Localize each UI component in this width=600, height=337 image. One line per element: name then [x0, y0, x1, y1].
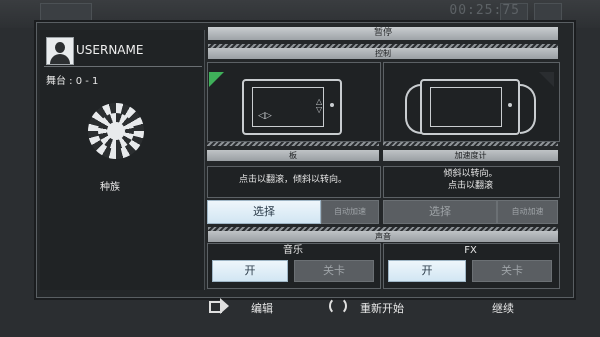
accel-hatch [383, 142, 558, 146]
board-hatch [207, 142, 379, 146]
avatar-body-icon [50, 54, 70, 64]
controls-title: 控制 [208, 48, 558, 59]
emblem-core [107, 122, 125, 140]
hud-right-box-2 [534, 3, 562, 23]
left-right-arrows-icon: ◁▷ [258, 111, 272, 121]
tilt-left-arc-icon [405, 84, 421, 134]
hud-left-box [40, 3, 92, 23]
restart-icon[interactable] [329, 297, 347, 315]
accel-desc-2: 点击以翻滚 [447, 181, 493, 191]
username-divider [44, 66, 202, 67]
accel-desc-1: 倾斜以转向。 [443, 169, 498, 179]
race-emblem-icon[interactable] [88, 103, 144, 159]
restart-button[interactable]: 重新开始 [360, 300, 404, 316]
music-label: 音乐 [283, 245, 303, 256]
edit-button[interactable]: 编辑 [251, 300, 273, 316]
avatar [46, 37, 74, 65]
accel-title: 加速度计 [383, 150, 558, 161]
music-off-button[interactable]: 关卡 [294, 260, 374, 282]
continue-button[interactable]: 继续 [492, 300, 514, 316]
tablet-board-icon: ◁▷ △ ▽ [242, 79, 342, 135]
fx-off-button[interactable]: 关卡 [472, 260, 552, 282]
board-title: 板 [207, 150, 379, 161]
accel-select-button[interactable]: 选择 [383, 200, 497, 224]
accel-auto-accel-button[interactable]: 自动加速 [497, 200, 558, 224]
board-select-button[interactable]: 选择 [207, 200, 321, 224]
home-button-icon [330, 103, 334, 107]
up-down-arrows-icon: △ ▽ [316, 97, 323, 114]
unselected-corner-icon [539, 72, 554, 87]
board-desc: 点击以翻滚，倾斜以转向。 [238, 175, 347, 185]
hud-timer: 00:25:75 [449, 3, 520, 18]
username-label: USERNAME [76, 43, 144, 57]
board-auto-accel-button[interactable]: 自动加速 [321, 200, 379, 224]
selected-corner-icon [209, 72, 224, 87]
avatar-head-icon [55, 42, 65, 53]
music-on-button[interactable]: 开 [212, 260, 288, 282]
fx-label: FX [464, 245, 477, 256]
stage-label: 舞台 : 0 - 1 [46, 76, 99, 87]
sound-title: 声音 [208, 231, 558, 242]
edit-arrow-icon[interactable] [209, 298, 229, 314]
fx-on-button[interactable]: 开 [388, 260, 466, 282]
home-button-icon [508, 103, 512, 107]
pause-title: 暂停 [208, 27, 558, 40]
profile-panel [40, 30, 205, 290]
tablet-accelerometer-icon [420, 79, 520, 135]
race-label: 种族 [100, 182, 120, 193]
